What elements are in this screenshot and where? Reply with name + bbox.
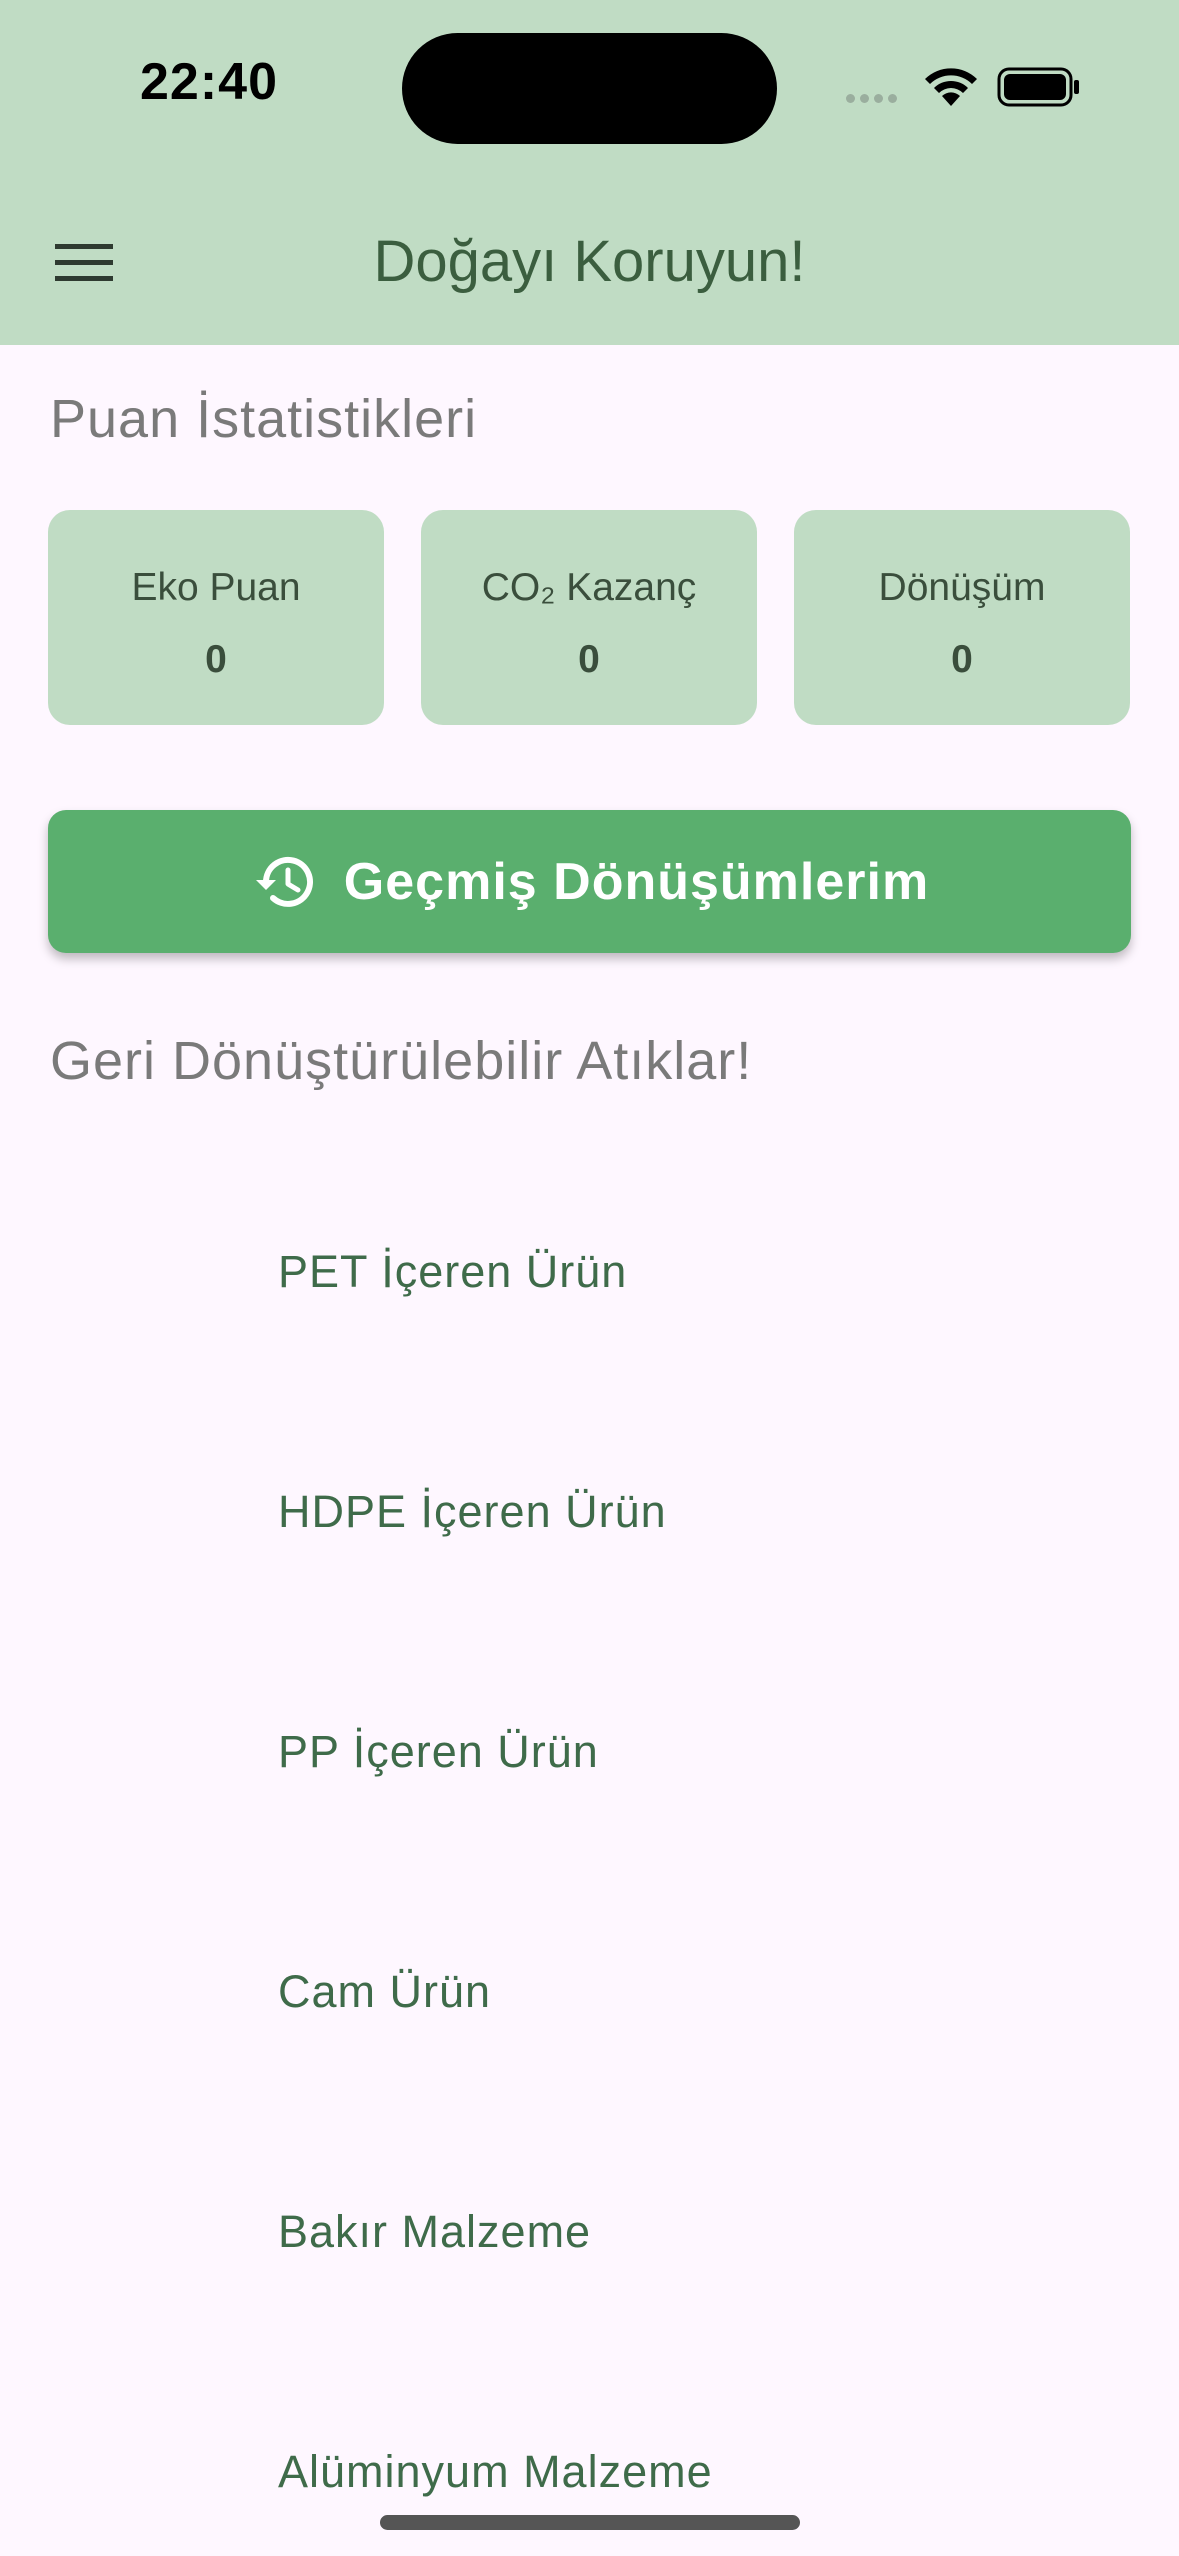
home-indicator[interactable] xyxy=(380,2515,800,2530)
eco-points-card: Eko Puan 0 xyxy=(48,510,384,725)
wifi-icon xyxy=(925,68,977,106)
app-header: 22:40 Doğayı Koruyun! xyxy=(0,0,1179,345)
list-item-pet[interactable]: PET İçeren Ürün xyxy=(278,1246,627,1298)
stat-label: CO₂ Kazanç xyxy=(481,566,697,609)
status-time: 22:40 xyxy=(140,53,278,111)
list-item-aluminum[interactable]: Alüminyum Malzeme xyxy=(278,2446,713,2498)
history-button[interactable]: Geçmiş Dönüşümlerim xyxy=(48,810,1131,953)
cellular-signal-icon xyxy=(846,94,897,103)
list-item-copper[interactable]: Bakır Malzeme xyxy=(278,2206,591,2258)
stats-section-title: Puan İstatistikleri xyxy=(50,389,478,449)
waste-section-title: Geri Dönüştürülebilir Atıklar! xyxy=(50,1031,753,1091)
stat-value: 0 xyxy=(205,638,227,681)
conversion-card: Dönüşüm 0 xyxy=(794,510,1130,725)
history-icon xyxy=(255,856,313,907)
list-item-glass[interactable]: Cam Ürün xyxy=(278,1966,491,2018)
stat-value: 0 xyxy=(578,638,600,681)
stat-label: Dönüşüm xyxy=(878,566,1046,609)
co2-gain-card: CO₂ Kazanç 0 xyxy=(421,510,757,725)
list-item-pp[interactable]: PP İçeren Ürün xyxy=(278,1726,599,1778)
stat-value: 0 xyxy=(951,638,973,681)
dynamic-island xyxy=(402,33,777,144)
battery-icon xyxy=(997,67,1079,107)
app-title: Doğayı Koruyun! xyxy=(373,229,806,294)
history-button-label: Geçmiş Dönüşümlerim xyxy=(343,852,930,911)
list-item-hdpe[interactable]: HDPE İçeren Ürün xyxy=(278,1486,667,1538)
stat-label: Eko Puan xyxy=(131,566,301,609)
